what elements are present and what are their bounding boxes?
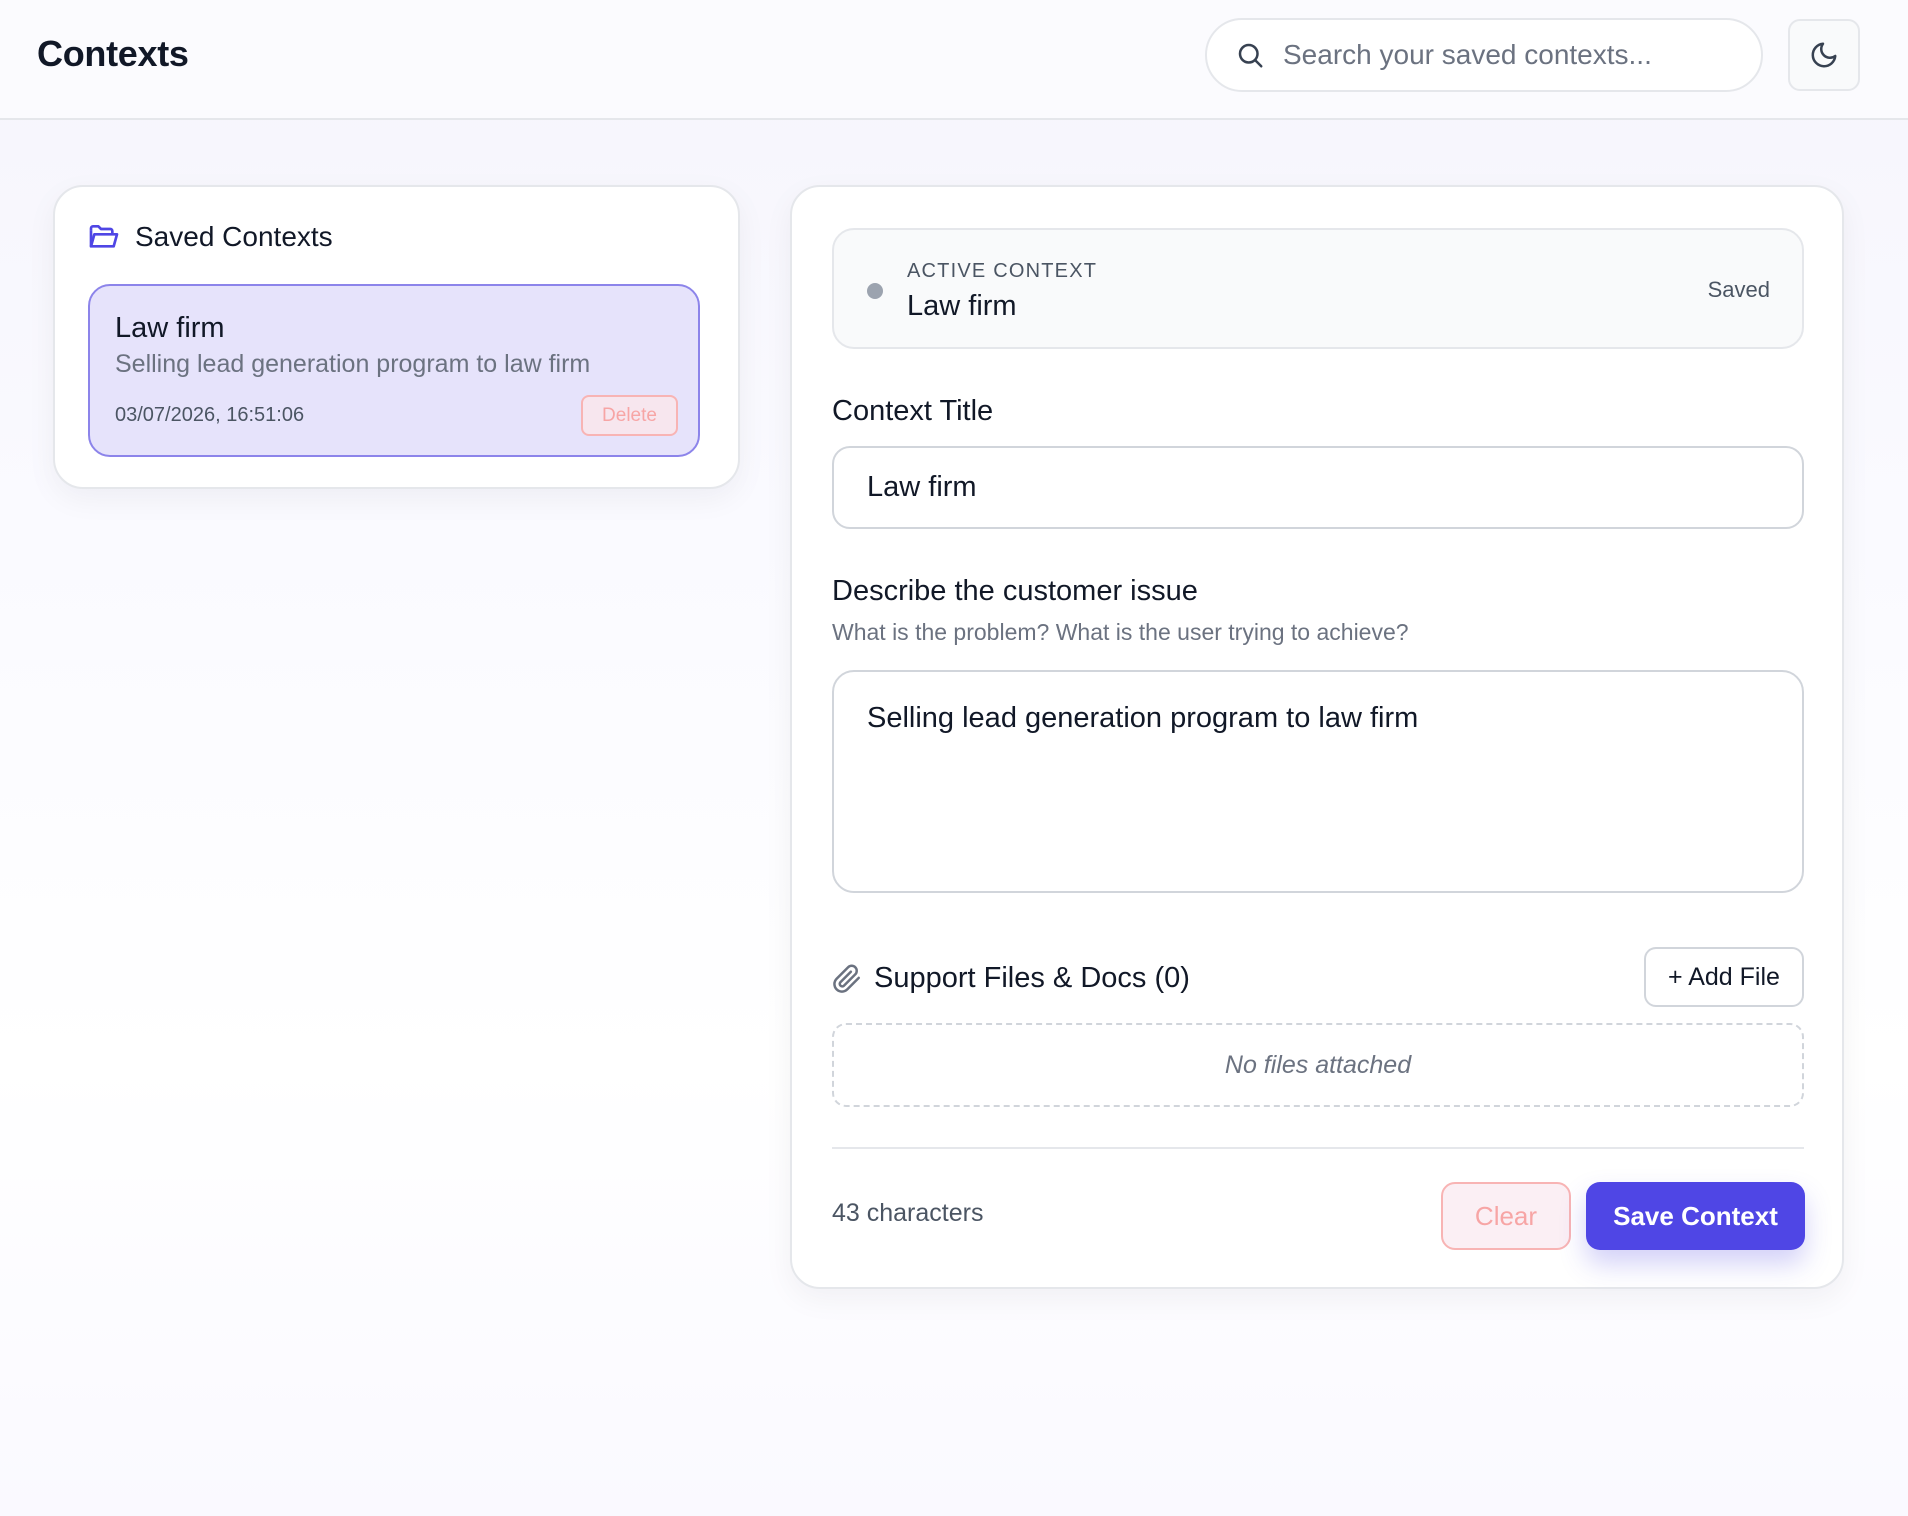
saved-context-timestamp: 03/07/2026, 16:51:06 [115,404,305,426]
theme-toggle-button[interactable] [1788,19,1860,91]
status-dot [867,283,883,299]
page-title: Contexts [37,33,189,74]
saved-context-item[interactable]: Law firm Selling lead generation program… [88,284,700,457]
saved-context-title: Law firm [115,312,225,344]
file-dropzone[interactable]: No files attached [832,1023,1804,1107]
moon-icon [1809,40,1839,70]
character-count: 43 characters [832,1199,984,1227]
support-files-header: Support Files & Docs (0) [832,962,1190,995]
saved-contexts-heading: Saved Contexts [135,221,333,252]
support-files-label: Support Files & Docs (0) [874,962,1190,994]
saved-contexts-header: Saved Contexts [87,221,333,253]
active-context-banner: ACTIVE CONTEXT Law firm Saved [832,228,1804,349]
save-context-button[interactable]: Save Context [1586,1182,1805,1250]
clear-button[interactable]: Clear [1441,1182,1571,1250]
saved-context-description: Selling lead generation program to law f… [115,350,591,378]
customer-issue-textarea[interactable]: Selling lead generation program to law f… [832,670,1804,893]
search-icon [1235,40,1265,70]
no-files-text: No files attached [1224,1050,1412,1079]
context-editor-panel: ACTIVE CONTEXT Law firm Saved Context Ti… [790,185,1844,1289]
customer-issue-label: Describe the customer issue [832,575,1198,607]
add-file-button[interactable]: + Add File [1644,947,1804,1007]
active-context-kicker: ACTIVE CONTEXT [907,260,1098,282]
active-context-name: Law firm [907,290,1017,322]
divider [832,1147,1804,1149]
delete-context-button[interactable]: Delete [581,395,678,436]
search-input[interactable] [1283,39,1753,71]
paperclip-icon [832,964,862,994]
context-title-input[interactable] [832,446,1804,529]
save-status: Saved [1707,277,1770,302]
customer-issue-help: What is the problem? What is the user tr… [832,619,1409,645]
saved-contexts-panel: Saved Contexts Law firm Selling lead gen… [53,185,740,489]
top-bar: Contexts [0,0,1908,120]
context-title-label: Context Title [832,395,994,427]
search-box[interactable] [1205,18,1763,92]
folder-open-icon [87,221,119,253]
